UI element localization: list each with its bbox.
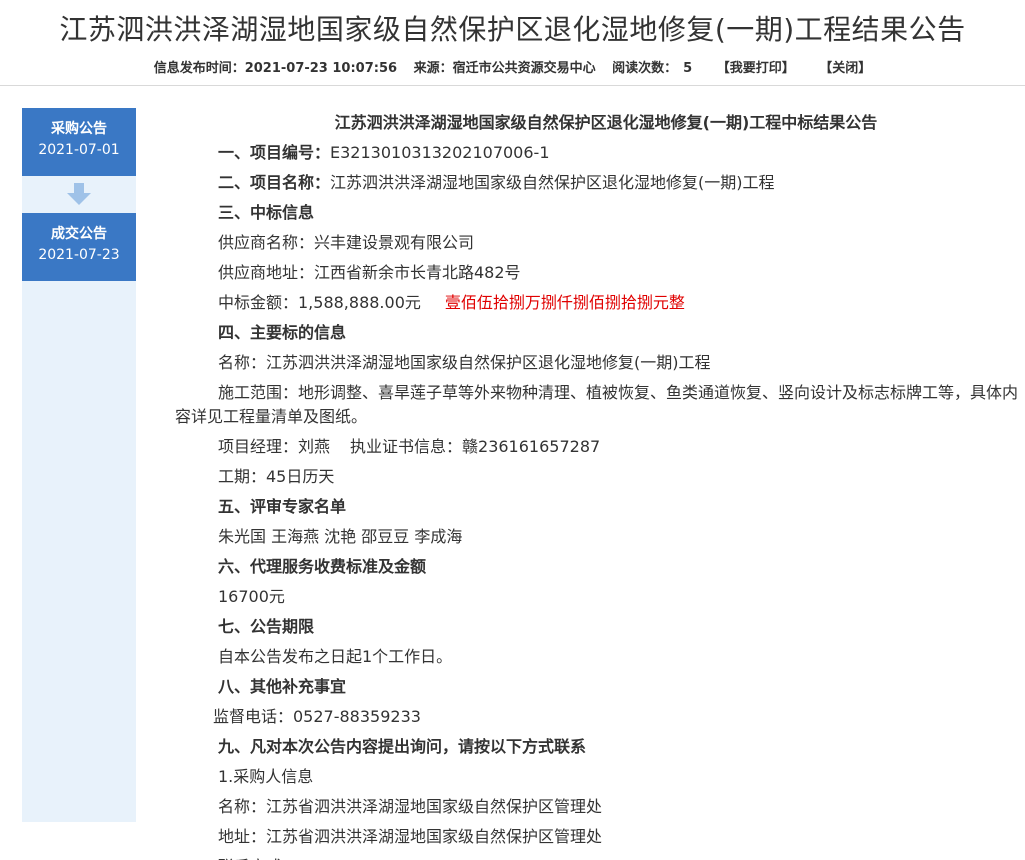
section-heading: 七、公告期限 <box>218 617 315 636</box>
timeline-step-deal-notice[interactable]: 成交公告 2021-07-23 <box>22 213 136 281</box>
notice-meta-bar: 信息发布时间：2021-07-23 10:07:56 来源：宿迁市公共资源交易中… <box>0 57 1025 76</box>
section-heading: 二、项目名称： <box>218 173 331 192</box>
agency-fee: 16700元 <box>218 587 285 606</box>
project-number: E3213010313202107006-1 <box>330 143 550 162</box>
header-divider <box>0 85 1025 86</box>
supplier-name: 供应商名称：兴丰建设景观有限公司 <box>218 233 475 252</box>
project-name-row: 二、项目名称：江苏泗洪洪泽湖湿地国家级自然保护区退化湿地修复(一期)工程 <box>175 168 1025 198</box>
step-label: 成交公告 <box>51 226 107 242</box>
project-name: 江苏泗洪洪泽湖湿地国家级自然保护区退化湿地修复(一期)工程 <box>330 173 775 192</box>
purchaser-contact: 联系方式：0527-89880676 <box>175 852 1025 860</box>
step-date: 2021-07-01 <box>38 142 120 158</box>
bid-amount: 中标金额：1,588,888.00元 <box>218 293 421 312</box>
read-count: 阅读次数： 5 <box>612 61 692 76</box>
publish-time-value: 2021-07-23 10:07:56 <box>244 61 398 76</box>
read-count-label: 阅读次数： <box>612 61 678 76</box>
timeline-step-purchase-notice[interactable]: 采购公告 2021-07-01 <box>22 108 136 176</box>
construction-duration: 工期：45日历天 <box>218 467 335 486</box>
section-heading: 九、凡对本次公告内容提出询问，请按以下方式联系 <box>218 737 587 756</box>
publish-time: 信息发布时间：2021-07-23 10:07:56 <box>154 61 397 76</box>
step-date: 2021-07-23 <box>38 247 120 263</box>
construction-scope: 施工范围：地形调整、喜旱莲子草等外来物种清理、植被恢复、鱼类通道恢复、竖向设计及… <box>175 383 1019 426</box>
section-heading: 八、其他补充事宜 <box>218 677 347 696</box>
purchaser-info-heading: 1.采购人信息 <box>218 767 314 786</box>
page-title: 江苏泗洪洪泽湖湿地国家级自然保护区退化湿地修复(一期)工程结果公告 <box>59 13 966 46</box>
publish-time-label: 信息发布时间： <box>153 61 245 76</box>
project-number-row: 一、项目编号：E3213010313202107006-1 <box>175 138 1025 168</box>
section-heading: 四、主要标的信息 <box>218 323 347 342</box>
print-button[interactable]: 【我要打印】 <box>717 61 795 76</box>
section-heading: 三、中标信息 <box>218 203 315 222</box>
announcement-content: 江苏泗洪洪泽湖湿地国家级自然保护区退化湿地修复(一期)工程中标结果公告 一、项目… <box>175 108 1025 860</box>
source: 来源：宿迁市公共资源交易中心 <box>414 61 596 76</box>
bid-amount-in-words: 壹佰伍拾捌万捌仟捌佰捌拾捌元整 <box>444 293 685 312</box>
certificate-info: 执业证书信息：赣236161657287 <box>350 437 601 456</box>
source-value: 宿迁市公共资源交易中心 <box>452 61 596 76</box>
target-name: 名称：江苏泗洪洪泽湖湿地国家级自然保护区退化湿地修复(一期)工程 <box>218 353 711 372</box>
step-label: 采购公告 <box>51 121 107 137</box>
announcement-title: 江苏泗洪洪泽湖湿地国家级自然保护区退化湿地修复(一期)工程中标结果公告 <box>334 113 878 132</box>
section-heading: 一、项目编号： <box>218 143 331 162</box>
read-count-value: 5 <box>683 61 693 76</box>
supervision-phone: 监督电话：0527-88359233 <box>213 707 421 726</box>
section-heading: 六、代理服务收费标准及金额 <box>218 557 427 576</box>
supplier-address: 供应商地址：江西省新余市长青北路482号 <box>218 263 521 282</box>
expert-list: 朱光国 王海燕 沈艳 邵豆豆 李成海 <box>218 527 463 546</box>
arrow-down-icon <box>67 183 91 205</box>
project-manager: 项目经理：刘燕 <box>218 437 331 456</box>
purchaser-address: 地址：江苏省泗洪洪泽湖湿地国家级自然保护区管理处 <box>218 827 603 846</box>
close-button[interactable]: 【关闭】 <box>819 61 871 76</box>
section-heading: 五、评审专家名单 <box>218 497 347 516</box>
purchaser-name: 名称：江苏省泗洪洪泽湖湿地国家级自然保护区管理处 <box>218 797 603 816</box>
source-label: 来源： <box>413 61 453 76</box>
notice-period: 自本公告发布之日起1个工作日。 <box>218 647 453 666</box>
manager-row: 项目经理：刘燕 执业证书信息：赣236161657287 <box>175 432 1025 462</box>
bid-amount-row: 中标金额：1,588,888.00元 壹佰伍拾捌万捌仟捌佰捌拾捌元整 <box>175 288 1025 318</box>
